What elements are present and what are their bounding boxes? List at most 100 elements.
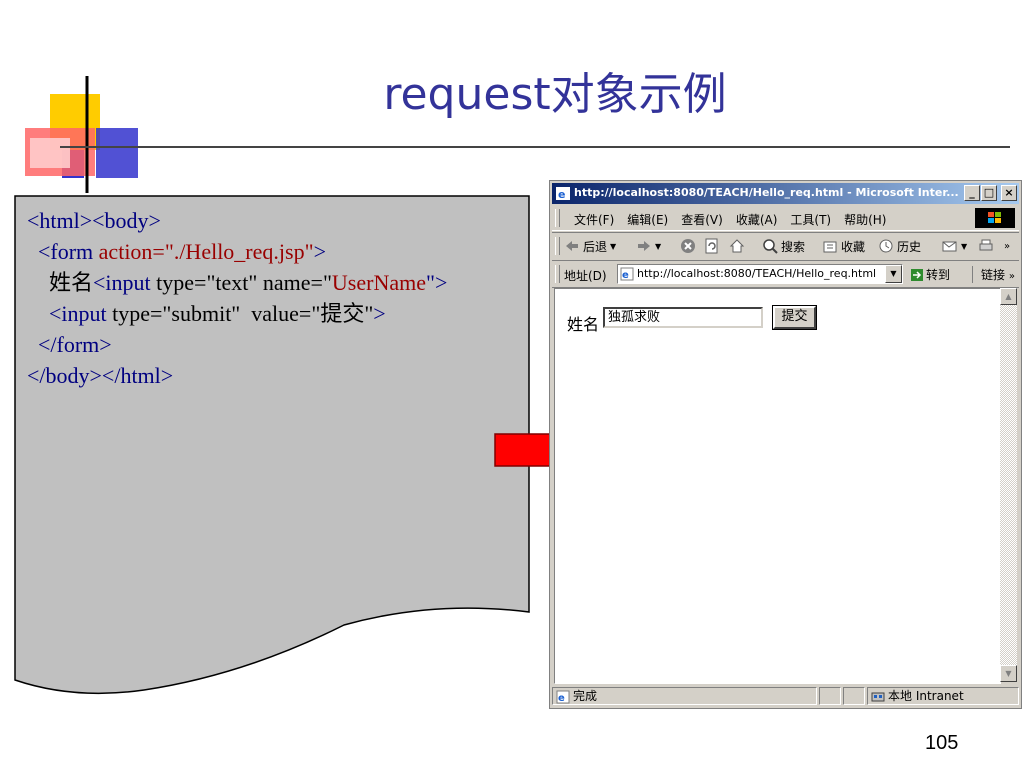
stop-button[interactable] [680,237,696,255]
code-token: 姓名 [27,270,94,295]
window-title: http://localhost:8080/TEACH/Hello_req.ht… [574,186,959,199]
code-block: <html><body> <form action="./Hello_req.j… [27,205,527,391]
forward-button[interactable]: ▼ [636,237,661,255]
menu-item[interactable]: 工具(T) [790,211,831,228]
more-toolbar-chevron-icon[interactable]: » [1004,237,1010,255]
address-input[interactable]: e http://localhost:8080/TEACH/Hello_req.… [617,264,903,284]
go-button[interactable]: 转到 [910,266,950,283]
ie-page-icon: e [556,690,570,704]
page-icon: e [620,267,634,281]
svg-text:e: e [558,693,565,704]
history-button[interactable]: 历史 [878,237,921,255]
code-token: </body></html> [27,363,174,388]
code-line: <form action="./Hello_req.jsp"> [27,236,527,267]
code-line: </body></html> [27,360,527,391]
print-icon [979,239,993,251]
status-cell [819,687,841,705]
refresh-button[interactable] [704,237,720,255]
search-icon [763,239,778,254]
code-line: <input type="submit" value="提交"> [27,298,527,329]
close-button[interactable]: × [1001,185,1017,201]
code-token: </form> [27,332,112,357]
dropdown-arrow-icon[interactable]: ▼ [610,242,616,251]
search-button[interactable]: 搜索 [762,237,805,255]
code-line: <html><body> [27,205,527,236]
page-number: 105 [925,732,959,754]
name-label: 姓名 [567,315,600,334]
status-cell [843,687,865,705]
standard-toolbar: 后退 ▼ ▼ 搜索 收藏 历史 ▼ » [552,232,1019,261]
go-label: 转到 [926,268,951,282]
links-chevron-icon: » [1008,271,1015,282]
windows-flag-icon [988,212,1001,223]
stop-icon [681,239,695,253]
zone-text: 本地 Intranet [888,689,964,703]
code-token: <input [93,270,157,295]
browser-window: e http://localhost:8080/TEACH/Hello_req.… [549,180,1022,709]
status-main: e 完成 [552,687,817,705]
back-button[interactable]: 后退 ▼ [564,237,616,255]
menu-item[interactable]: 收藏(A) [736,211,778,228]
code-line: </form> [27,329,527,360]
menu-item[interactable]: 查看(V) [681,211,723,228]
scroll-up-button[interactable]: ▲ [1000,288,1017,305]
dropdown-arrow-icon[interactable]: ▼ [655,242,661,251]
address-label: 地址(D) [564,269,607,283]
svg-text:e: e [558,188,565,201]
history-icon [879,239,893,253]
windows-logo [975,208,1015,228]
print-button[interactable] [978,237,994,255]
username-input[interactable]: 独孤求败 [603,307,763,328]
menu-bar: 文件(F) 编辑(E) 查看(V) 收藏(A) 工具(T) 帮助(H) [552,206,1019,231]
mail-button[interactable]: ▼ [942,237,967,255]
code-token: <form [27,239,99,264]
links-label: 链接 [981,268,1006,282]
back-arrow-icon [566,241,578,251]
toolbar-grip[interactable] [555,265,560,283]
code-token: <html><body> [27,208,161,233]
back-label: 后退 [583,239,608,254]
ie-page-icon: e [556,187,570,201]
code-token: type="submit" value="提交" [112,301,374,326]
address-bar: 地址(D) e http://localhost:8080/TEACH/Hell… [552,260,1019,288]
submit-button[interactable]: 提交 [772,305,817,330]
menu-item[interactable]: 编辑(E) [627,211,668,228]
code-line: 姓名<input type="text" name="UserName"> [27,267,527,298]
address-url: http://localhost:8080/TEACH/Hello_req.ht… [637,267,877,280]
minimize-button[interactable]: _ [964,185,980,201]
links-button[interactable]: 链接 » [972,266,1015,283]
favorites-icon [823,241,837,253]
status-text: 完成 [573,689,598,703]
svg-text:e: e [622,270,629,281]
toolbar-grip[interactable] [555,237,560,255]
search-label: 搜索 [781,239,806,254]
toolbar-grip[interactable] [555,209,560,227]
status-bar: e 完成 本地 Intranet [552,686,1019,706]
code-token: > [373,301,386,326]
window-titlebar: e http://localhost:8080/TEACH/Hello_req.… [552,183,1019,204]
maximize-button[interactable]: □ [981,185,997,201]
code-token: <input [27,301,113,326]
vertical-scrollbar[interactable]: ▲ ▼ [1000,288,1017,682]
mail-icon [942,241,957,252]
menu-item[interactable]: 文件(F) [574,211,614,228]
status-zone: 本地 Intranet [867,687,1019,705]
forward-arrow-icon [638,241,650,251]
menu-item[interactable]: 帮助(H) [844,211,886,228]
favorites-button[interactable]: 收藏 [822,237,865,255]
slide-title: request对象示例 [383,69,727,120]
refresh-icon [705,238,718,254]
code-token: > [313,239,326,264]
code-token: UserName [331,270,426,295]
code-token: "> [426,270,448,295]
dropdown-arrow-icon[interactable]: ▼ [961,242,967,251]
scroll-down-button[interactable]: ▼ [1000,665,1017,682]
code-token: type="text" name=" [156,270,332,295]
history-label: 历史 [897,239,922,254]
intranet-zone-icon [871,692,885,701]
favorites-label: 收藏 [841,239,866,254]
home-button[interactable] [729,237,745,255]
page-content: 姓名 独孤求败 提交 [554,288,1001,684]
home-icon [729,239,745,253]
address-dropdown-button[interactable]: ▼ [885,265,902,283]
